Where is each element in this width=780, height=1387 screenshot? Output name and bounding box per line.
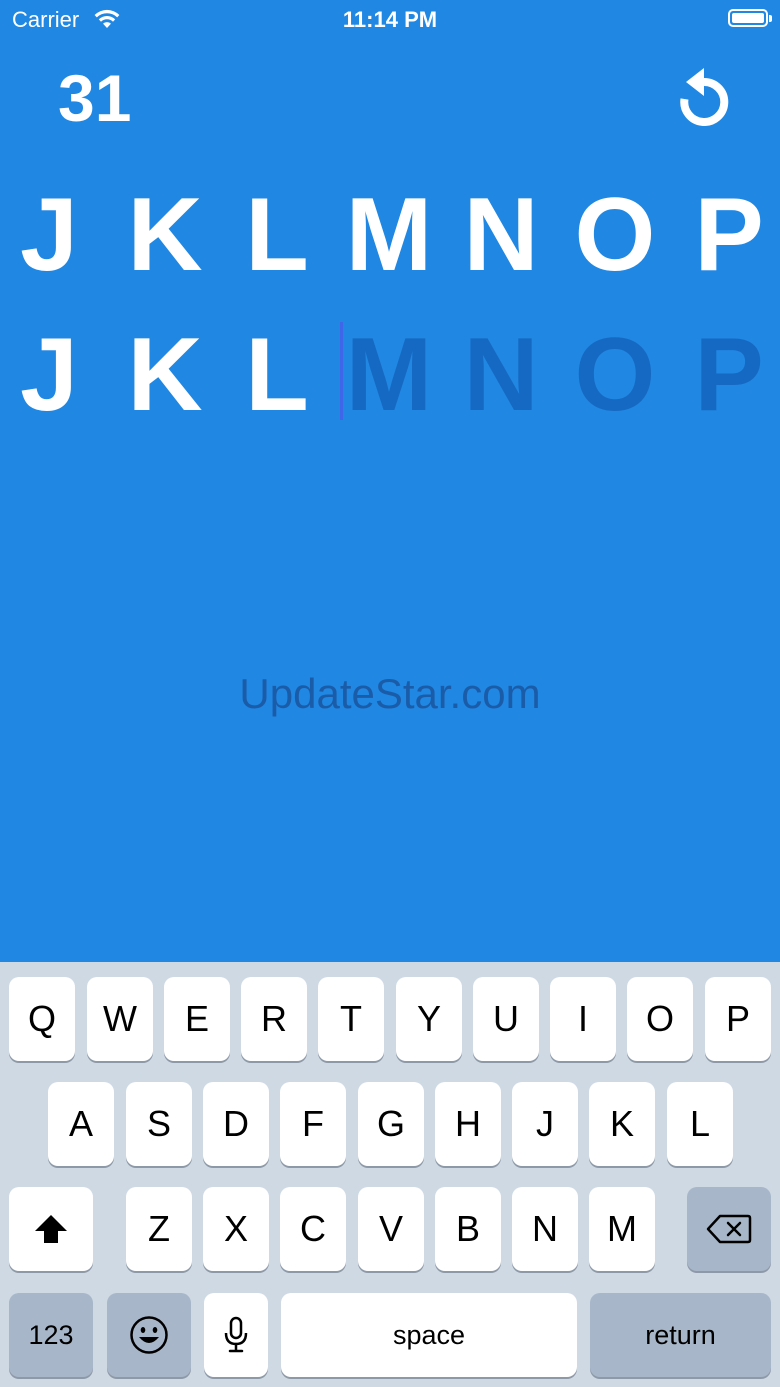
typed-letters-row: J K L M N O P (0, 320, 780, 430)
target-letter: K (127, 177, 203, 293)
key-n[interactable]: N (512, 1187, 578, 1271)
target-letter: L (245, 177, 309, 293)
key-d[interactable]: D (203, 1082, 269, 1166)
key-e[interactable]: E (164, 977, 230, 1061)
status-bar: Carrier 11:14 PM (0, 0, 780, 40)
emoji-key[interactable] (107, 1293, 191, 1377)
key-x[interactable]: X (203, 1187, 269, 1271)
microphone-icon (224, 1316, 248, 1353)
battery-icon (728, 9, 772, 27)
emoji-icon (130, 1316, 168, 1354)
typed-letter: L (245, 317, 309, 433)
key-b[interactable]: B (435, 1187, 501, 1271)
typing-game-screen: Carrier 11:14 PM 31 J K L M N O P J K L … (0, 0, 780, 1387)
key-q[interactable]: Q (9, 977, 75, 1061)
backspace-icon (706, 1214, 752, 1244)
return-key[interactable]: return (590, 1293, 771, 1377)
microphone-key[interactable] (204, 1293, 268, 1377)
key-y[interactable]: Y (396, 977, 462, 1061)
watermark: UpdateStar.com (239, 670, 541, 717)
score-counter: 31 (58, 61, 132, 135)
target-letter: J (20, 177, 78, 293)
key-i[interactable]: I (550, 977, 616, 1061)
shift-key[interactable] (9, 1187, 93, 1271)
restart-icon[interactable] (676, 66, 732, 126)
typed-letter: K (127, 317, 203, 433)
key-z[interactable]: Z (126, 1187, 192, 1271)
key-m[interactable]: M (589, 1187, 655, 1271)
target-letter: O (574, 177, 656, 293)
key-h[interactable]: H (435, 1082, 501, 1166)
typed-letter: J (20, 317, 78, 433)
key-f[interactable]: F (280, 1082, 346, 1166)
shift-icon (35, 1215, 67, 1243)
text-cursor (340, 322, 343, 420)
target-letter: P (694, 177, 764, 293)
key-w[interactable]: W (87, 977, 153, 1061)
keyboard: Q W E R T Y U I O P A S D F G H J K L Z … (0, 962, 780, 1387)
key-u[interactable]: U (473, 977, 539, 1061)
key-s[interactable]: S (126, 1082, 192, 1166)
key-o[interactable]: O (627, 977, 693, 1061)
key-g[interactable]: G (358, 1082, 424, 1166)
space-key[interactable]: space (281, 1293, 577, 1377)
target-letter: M (345, 177, 433, 293)
key-c[interactable]: C (280, 1187, 346, 1271)
key-t[interactable]: T (318, 977, 384, 1061)
key-v[interactable]: V (358, 1187, 424, 1271)
backspace-key[interactable] (687, 1187, 771, 1271)
pending-letter: M (345, 317, 433, 433)
status-time: 11:14 PM (342, 7, 438, 32)
key-r[interactable]: R (241, 977, 307, 1061)
key-p[interactable]: P (705, 977, 771, 1061)
pending-letter: N (463, 317, 539, 433)
target-letters-row: J K L M N O P (0, 180, 780, 290)
pending-letter: P (694, 317, 764, 433)
numbers-key[interactable]: 123 (9, 1293, 93, 1377)
pending-letter: O (574, 317, 656, 433)
key-j[interactable]: J (512, 1082, 578, 1166)
key-a[interactable]: A (48, 1082, 114, 1166)
key-l[interactable]: L (667, 1082, 733, 1166)
target-letter: N (463, 177, 539, 293)
key-k[interactable]: K (589, 1082, 655, 1166)
